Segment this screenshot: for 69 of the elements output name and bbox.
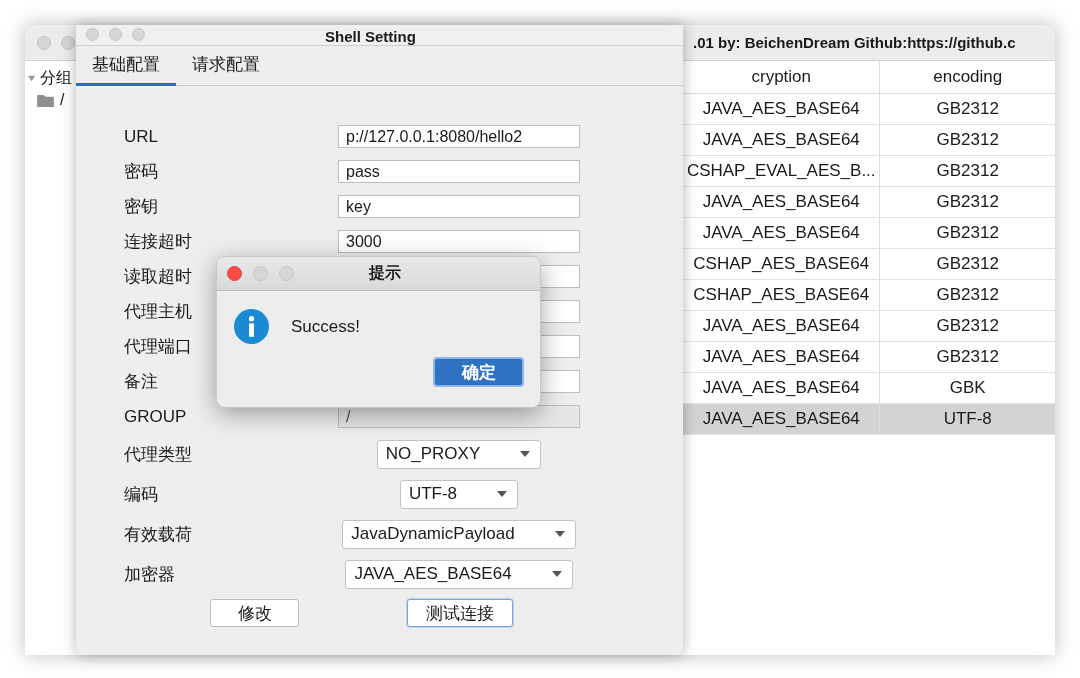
caret-icon: [551, 571, 562, 577]
dropdown[interactable]: JAVA_AES_BASE64: [345, 559, 573, 589]
dropdown[interactable]: JavaDynamicPayload: [342, 519, 576, 549]
alert-message: Success!: [291, 316, 360, 337]
field-label: 加密器: [124, 564, 175, 584]
field-label: 连接超时: [124, 232, 192, 251]
dropdown[interactable]: UTF-8: [399, 479, 519, 509]
tab[interactable]: 请求配置: [176, 46, 276, 86]
table-row[interactable]: JAVA_AES_BASE64 GB2312: [683, 187, 1055, 218]
table-cell-text: GB2312: [935, 315, 1000, 337]
info-icon: [234, 309, 269, 344]
table-cell-text: GB2312: [935, 98, 1000, 120]
caret-icon: [554, 531, 565, 537]
window-button[interactable]: [61, 35, 75, 50]
table-row[interactable]: JAVA_AES_BASE64 GB2312: [683, 311, 1055, 342]
window-title: 提示: [369, 263, 401, 283]
table-row[interactable]: JAVA_AES_BASE64 UTF-8: [683, 404, 1055, 435]
table-row[interactable]: JAVA_AES_BASE64 GB2312: [683, 342, 1055, 373]
table-row[interactable]: CSHAP_AES_BASE64 GB2312: [683, 280, 1055, 311]
table-row[interactable]: CSHAP_EVAL_AES_B... GB2312: [683, 156, 1055, 187]
table-cell-text: GB2312: [935, 160, 1000, 182]
ok-button[interactable]: 确定: [433, 357, 524, 387]
tree-item[interactable]: 分组: [40, 67, 72, 89]
table-cell-text: GBK: [948, 377, 987, 399]
field-label: 读取超时: [124, 267, 192, 286]
window-button[interactable]: [37, 35, 51, 50]
dropdown[interactable]: NO_PROXY: [376, 439, 542, 469]
table-cell-text: GB2312: [935, 222, 1000, 244]
dialog-button[interactable]: 测试连接: [407, 599, 513, 627]
input-field[interactable]: pass: [338, 160, 580, 183]
field-label: URL: [124, 126, 158, 146]
input-field[interactable]: p://127.0.0.1:8080/hello2: [338, 125, 580, 148]
tab[interactable]: 基础配置: [76, 46, 176, 86]
window-title: Shell Setting: [325, 29, 416, 45]
window-button[interactable]: [132, 28, 145, 41]
window-button[interactable]: [279, 266, 294, 281]
tree-item[interactable]: /: [60, 91, 65, 109]
input-field[interactable]: key: [338, 195, 580, 218]
field-label: GROUP: [124, 406, 187, 426]
table-cell-text: GB2312: [935, 129, 1000, 151]
table-row[interactable]: JAVA_AES_BASE64 GB2312: [683, 125, 1055, 156]
field-label: 有效载荷: [124, 524, 192, 544]
table-cell-text: GB2312: [935, 191, 1000, 213]
close-button[interactable]: [227, 266, 242, 281]
field-label: 备注: [124, 372, 158, 391]
caret-icon: [520, 451, 531, 457]
window-button[interactable]: [109, 28, 122, 41]
table-cell-text: GB2312: [935, 253, 1000, 275]
field-label: 编码: [124, 484, 158, 504]
field-label: 密钥: [124, 197, 158, 216]
table-cell-text: GB2312: [935, 284, 1000, 306]
input-field[interactable]: 3000: [338, 230, 580, 253]
window-title: .01 by: BeichenDream Github:https://github.c: [693, 34, 1016, 51]
table-row[interactable]: CSHAP_AES_BASE64 GB2312: [683, 249, 1055, 280]
field-label: 代理类型: [124, 444, 192, 464]
expand-icon[interactable]: [27, 73, 36, 83]
table-cell-text: UTF-8: [942, 408, 993, 430]
field-label: 密码: [124, 162, 158, 181]
caret-icon: [497, 491, 508, 497]
window-button[interactable]: [253, 266, 268, 281]
folder-icon: [37, 93, 54, 107]
field-label: 代理端口: [124, 337, 192, 356]
window-button[interactable]: [86, 28, 99, 41]
table-cell-text: GB2312: [935, 346, 1000, 368]
column-header[interactable]: encoding: [880, 61, 1055, 93]
table-row[interactable]: JAVA_AES_BASE64 GB2312: [683, 94, 1055, 125]
table-row[interactable]: JAVA_AES_BASE64 GB2312: [683, 218, 1055, 249]
dialog-button[interactable]: 修改: [210, 599, 299, 627]
field-label: 代理主机: [124, 302, 192, 321]
